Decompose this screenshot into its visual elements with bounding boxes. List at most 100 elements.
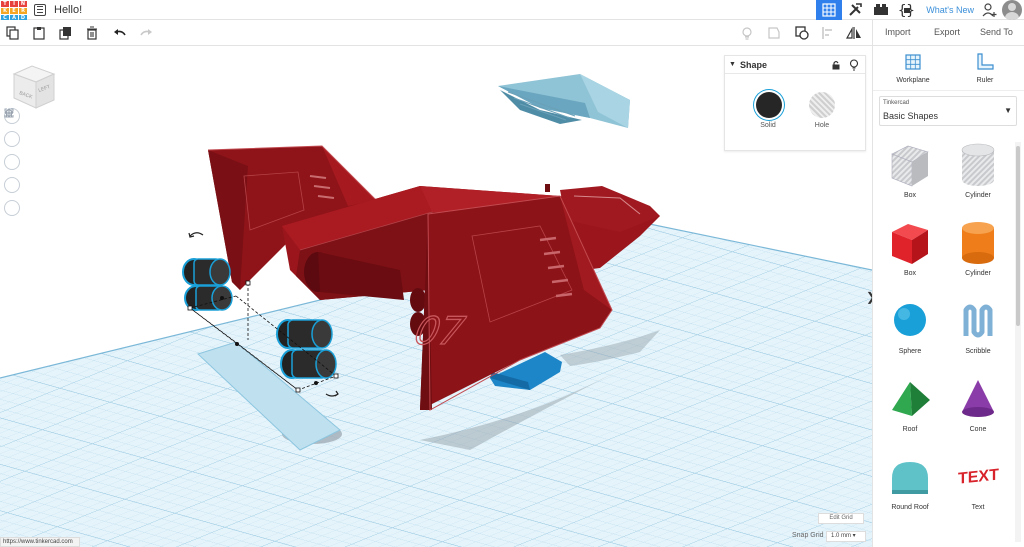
redo-arrow-icon: [140, 29, 152, 36]
shape-name: Round Roof: [891, 504, 929, 511]
collapse-caret-icon[interactable]: ▼: [729, 61, 736, 68]
logo-letter: I: [10, 0, 18, 7]
resize-handle[interactable]: [245, 280, 251, 286]
hole-swatch[interactable]: [809, 92, 835, 118]
ruler-tool[interactable]: Ruler: [955, 52, 1015, 84]
align-icon: [822, 27, 832, 39]
export-button[interactable]: Export: [934, 27, 960, 37]
undo-button[interactable]: [112, 25, 128, 41]
shape-name: Box: [903, 270, 917, 277]
mirror-button[interactable]: [846, 25, 862, 41]
workplane-icon: [905, 54, 921, 70]
copy-icon: [6, 26, 19, 40]
hull-marking: 07: [411, 309, 469, 354]
shape-name: Roof: [902, 426, 918, 433]
whats-new-link[interactable]: What's New: [926, 5, 974, 15]
orange-cylinder-icon: [962, 222, 994, 264]
svg-text:TEXT: TEXT: [958, 466, 999, 488]
send-to-button[interactable]: Send To: [980, 27, 1013, 37]
hole-label: Hole: [814, 122, 830, 129]
snap-grid-label: Snap Grid: [792, 532, 824, 539]
user-avatar[interactable]: [1002, 0, 1022, 20]
ortho-view-button[interactable]: [4, 108, 20, 216]
zoom-out-button[interactable]: [4, 112, 20, 193]
snap-grid-select[interactable]: 1.0 mm ▾: [826, 531, 866, 542]
shape-scribble[interactable]: Scribble: [945, 298, 1011, 372]
shape-cone[interactable]: Cone: [945, 376, 1011, 450]
3d-view-button[interactable]: [816, 0, 843, 20]
shape-text[interactable]: TEXT Text: [945, 454, 1011, 528]
bulb-icon: [742, 27, 752, 40]
view-cube[interactable]: BACK LEFT: [10, 64, 58, 110]
shape-box[interactable]: Box: [877, 220, 943, 294]
brick-icon: [874, 4, 889, 15]
shape-cylinder-hole[interactable]: Cylinder: [945, 142, 1011, 216]
workplane-label: Workplane: [896, 77, 930, 84]
inspector-header[interactable]: ▼ Shape: [725, 56, 865, 74]
rotate-handle-top[interactable]: [189, 232, 204, 237]
shape-name: Box: [903, 192, 917, 199]
light-bulb-button[interactable]: [739, 25, 755, 41]
redo-button[interactable]: [138, 25, 154, 41]
copy-button[interactable]: [5, 25, 21, 41]
teal-round-roof-icon: [892, 462, 928, 494]
purple-cone-icon: [962, 380, 994, 417]
duplicate-button[interactable]: [58, 25, 74, 41]
edge-handle[interactable]: [314, 381, 318, 385]
solid-label: Solid: [760, 122, 776, 129]
paste-button[interactable]: [31, 25, 47, 41]
engine-pod-upper-left[interactable]: [182, 258, 233, 311]
library-name: Basic Shapes: [883, 111, 939, 121]
visibility-bulb-icon[interactable]: [849, 59, 859, 71]
note-icon: [768, 27, 780, 39]
resize-handle[interactable]: [333, 373, 339, 379]
ruler-icon: [977, 53, 994, 70]
group-button[interactable]: [794, 25, 810, 41]
edit-grid-button[interactable]: Edit Grid: [818, 513, 864, 524]
shape-name: Cylinder: [965, 270, 991, 277]
logo-letter: T: [1, 0, 9, 7]
import-button[interactable]: Import: [885, 27, 911, 37]
status-url: https://www.tinkercad.com: [0, 537, 80, 547]
align-button[interactable]: [820, 25, 836, 41]
height-handle[interactable]: [235, 342, 239, 346]
bricks-view-button[interactable]: [868, 0, 894, 20]
striped-cylinder-icon: [961, 143, 995, 186]
tinkercad-logo[interactable]: TINKERCAD: [0, 0, 27, 21]
shape-round-roof[interactable]: Round Roof: [877, 454, 943, 528]
mirror-icon: [846, 26, 861, 39]
shape-library-select[interactable]: Tinkercad Basic Shapes ▼: [879, 96, 1017, 126]
shape-cylinder[interactable]: Cylinder: [945, 220, 1011, 294]
shape-box-hole[interactable]: Box: [877, 142, 943, 216]
top-bar: TINKERCAD Hello! What's New: [0, 0, 1024, 21]
shape-name: Cylinder: [965, 192, 991, 199]
design-menu-icon[interactable]: [34, 3, 46, 16]
resize-handle[interactable]: [187, 305, 193, 311]
undo-arrow-icon: [114, 29, 126, 36]
logo-letter: E: [10, 7, 18, 14]
resize-handle[interactable]: [295, 387, 301, 393]
workplane-tool[interactable]: Workplane: [883, 52, 943, 84]
add-user-icon[interactable]: [982, 2, 998, 18]
document-title[interactable]: Hello!: [54, 4, 82, 16]
ruler-label: Ruler: [976, 77, 994, 84]
blocks-view-button[interactable]: [842, 0, 868, 20]
lock-icon[interactable]: [831, 60, 841, 70]
delete-button[interactable]: [84, 25, 100, 41]
shape-sphere[interactable]: Sphere: [877, 298, 943, 372]
panel-scroll-thumb[interactable]: [1016, 146, 1020, 326]
logo-letter: N: [19, 0, 27, 7]
solid-color-swatch[interactable]: [756, 92, 782, 118]
note-button[interactable]: [766, 25, 782, 41]
floating-blue-part[interactable]: [498, 74, 630, 128]
toolbar-divider: [872, 20, 873, 46]
fit-view-button[interactable]: [4, 108, 20, 147]
codeblocks-button[interactable]: {}: [894, 0, 920, 20]
edit-toolbar: Import Export Send To: [0, 20, 1024, 46]
shape-roof[interactable]: Roof: [877, 376, 943, 450]
edge-handle[interactable]: [220, 296, 224, 300]
green-roof-icon: [892, 382, 930, 416]
panel-tools: Workplane Ruler: [873, 46, 1024, 91]
logo-letter: R: [19, 7, 27, 14]
zoom-in-button[interactable]: [4, 109, 20, 170]
